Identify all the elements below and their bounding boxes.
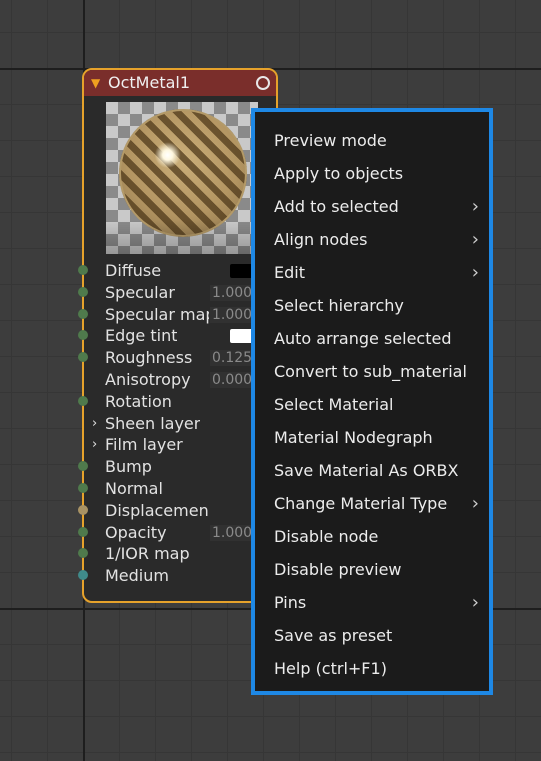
material-preview	[106, 102, 258, 254]
expand-chevron-icon[interactable]: ›	[92, 434, 97, 456]
menu-item[interactable]: Auto arrange selected	[274, 322, 479, 355]
pin-row[interactable]: Anisotropy 0.000	[84, 369, 276, 391]
pin-row[interactable]: Specular 1.000	[78, 282, 276, 304]
pin-label: Anisotropy	[105, 370, 191, 389]
input-pin-dot-icon[interactable]	[78, 265, 88, 275]
input-pin-dot-icon[interactable]	[78, 330, 88, 341]
pin-label: Roughness	[105, 348, 193, 368]
pin-row[interactable]: Medium	[78, 565, 276, 587]
pin-label: Sheen layer	[105, 413, 201, 433]
context-menu: Preview mode Apply to objects Add to selec…	[251, 108, 493, 695]
menu-item-label: Save as preset	[274, 626, 393, 645]
input-pin-dot-icon[interactable]	[78, 526, 88, 537]
menu-item[interactable]: Disable preview	[274, 553, 479, 586]
preview-floor	[106, 220, 258, 254]
submenu-arrow-icon: ›	[471, 262, 479, 283]
menu-item-label: Select hierarchy	[274, 296, 404, 315]
menu-item[interactable]: Add to selected ›	[274, 190, 479, 223]
input-pin-dot-icon[interactable]	[78, 570, 88, 581]
pin-label: Opacity	[105, 522, 167, 542]
menu-item-label: Auto arrange selected	[274, 329, 452, 348]
input-pin-dot-icon[interactable]	[78, 395, 88, 406]
pin-label: Diffuse	[105, 261, 162, 280]
input-pin-dot-icon[interactable]	[78, 548, 88, 559]
submenu-arrow-icon: ›	[471, 592, 479, 613]
menu-item-label: Select Material	[274, 395, 394, 414]
pin-label: 1/IOR map	[105, 544, 190, 564]
menu-item[interactable]: Change Material Type ›	[274, 487, 479, 520]
menu-item-label: Add to selected	[274, 197, 399, 216]
pin-row[interactable]: › Film layer	[84, 434, 276, 456]
pin-label: Specular map	[105, 304, 209, 324]
menu-item-label: Disable node	[274, 527, 379, 546]
submenu-arrow-icon: ›	[471, 196, 479, 217]
menu-item[interactable]: Select Material	[274, 388, 479, 421]
menu-item-label: Help (ctrl+F1)	[274, 659, 387, 678]
menu-item-label: Preview mode	[274, 131, 387, 150]
submenu-arrow-icon: ›	[471, 229, 479, 250]
menu-item[interactable]: Edit ›	[274, 256, 479, 289]
collapse-triangle-icon[interactable]: ▼	[91, 70, 100, 96]
pin-row[interactable]: › Sheen layer	[84, 413, 276, 435]
input-pin-dot-icon[interactable]	[78, 308, 88, 319]
material-node[interactable]: ▼ OctMetal1 Diffuse Specular 1.000 Specular…	[78, 68, 278, 603]
pin-label: Edge tint	[105, 326, 178, 346]
menu-item-label: Pins	[274, 593, 307, 612]
pin-label: Bump	[105, 457, 152, 477]
menu-item-label: Save Material As ORBX	[274, 461, 459, 480]
menu-item-label: Align nodes	[274, 230, 368, 249]
expand-chevron-icon[interactable]: ›	[92, 413, 97, 435]
menu-item-label: Convert to sub_material	[274, 362, 467, 381]
menu-item-label: Apply to objects	[274, 164, 404, 183]
preview-sphere	[119, 109, 247, 237]
input-pin-dot-icon[interactable]	[78, 483, 88, 493]
pin-label: Specular	[105, 282, 175, 302]
pin-row[interactable]: Rotation	[78, 391, 276, 413]
menu-item[interactable]: Apply to objects	[274, 157, 479, 190]
input-pin-dot-icon[interactable]	[78, 286, 88, 297]
pin-label: Displacement	[105, 500, 209, 520]
pin-row[interactable]: Displacement	[78, 500, 276, 522]
pin-row[interactable]: Normal	[78, 478, 276, 500]
menu-item[interactable]: Align nodes ›	[274, 223, 479, 256]
output-pin-icon[interactable]	[256, 76, 270, 90]
input-pin-dot-icon[interactable]	[78, 461, 88, 472]
node-header[interactable]: ▼ OctMetal1	[84, 70, 276, 96]
input-pin-dot-icon[interactable]	[78, 352, 88, 363]
pin-row[interactable]: 1/IOR map	[78, 543, 276, 565]
pin-row[interactable]: Bump	[78, 456, 276, 478]
pin-row[interactable]: Opacity 1.000	[78, 522, 276, 544]
menu-item[interactable]: Convert to sub_material	[274, 355, 479, 388]
menu-item-label: Material Nodegraph	[274, 428, 433, 447]
pin-label: Film layer	[105, 435, 183, 455]
input-pin-dot-icon[interactable]	[78, 504, 88, 515]
menu-item[interactable]: Help (ctrl+F1)	[274, 652, 479, 685]
node-title: OctMetal1	[108, 73, 191, 92]
submenu-arrow-icon: ›	[471, 493, 479, 514]
pin-label: Normal	[105, 479, 163, 498]
pin-row[interactable]: Specular map 1.000	[78, 304, 276, 326]
menu-item[interactable]: Material Nodegraph	[274, 421, 479, 454]
menu-item[interactable]: Preview mode	[274, 124, 479, 157]
menu-item-label: Edit	[274, 263, 305, 282]
menu-item[interactable]: Pins ›	[274, 586, 479, 619]
pin-row[interactable]: Roughness 0.125	[78, 347, 276, 369]
pin-row[interactable]: Edge tint	[78, 325, 276, 347]
menu-item[interactable]: Save as preset	[274, 619, 479, 652]
pin-label: Medium	[105, 566, 169, 586]
pin-label: Rotation	[105, 391, 172, 411]
menu-item[interactable]: Select hierarchy	[274, 289, 479, 322]
menu-item-label: Disable preview	[274, 560, 402, 579]
menu-item[interactable]: Save Material As ORBX	[274, 454, 479, 487]
menu-item[interactable]: Disable node	[274, 520, 479, 553]
menu-item-label: Change Material Type	[274, 494, 448, 513]
pin-row[interactable]: Diffuse	[78, 260, 276, 282]
